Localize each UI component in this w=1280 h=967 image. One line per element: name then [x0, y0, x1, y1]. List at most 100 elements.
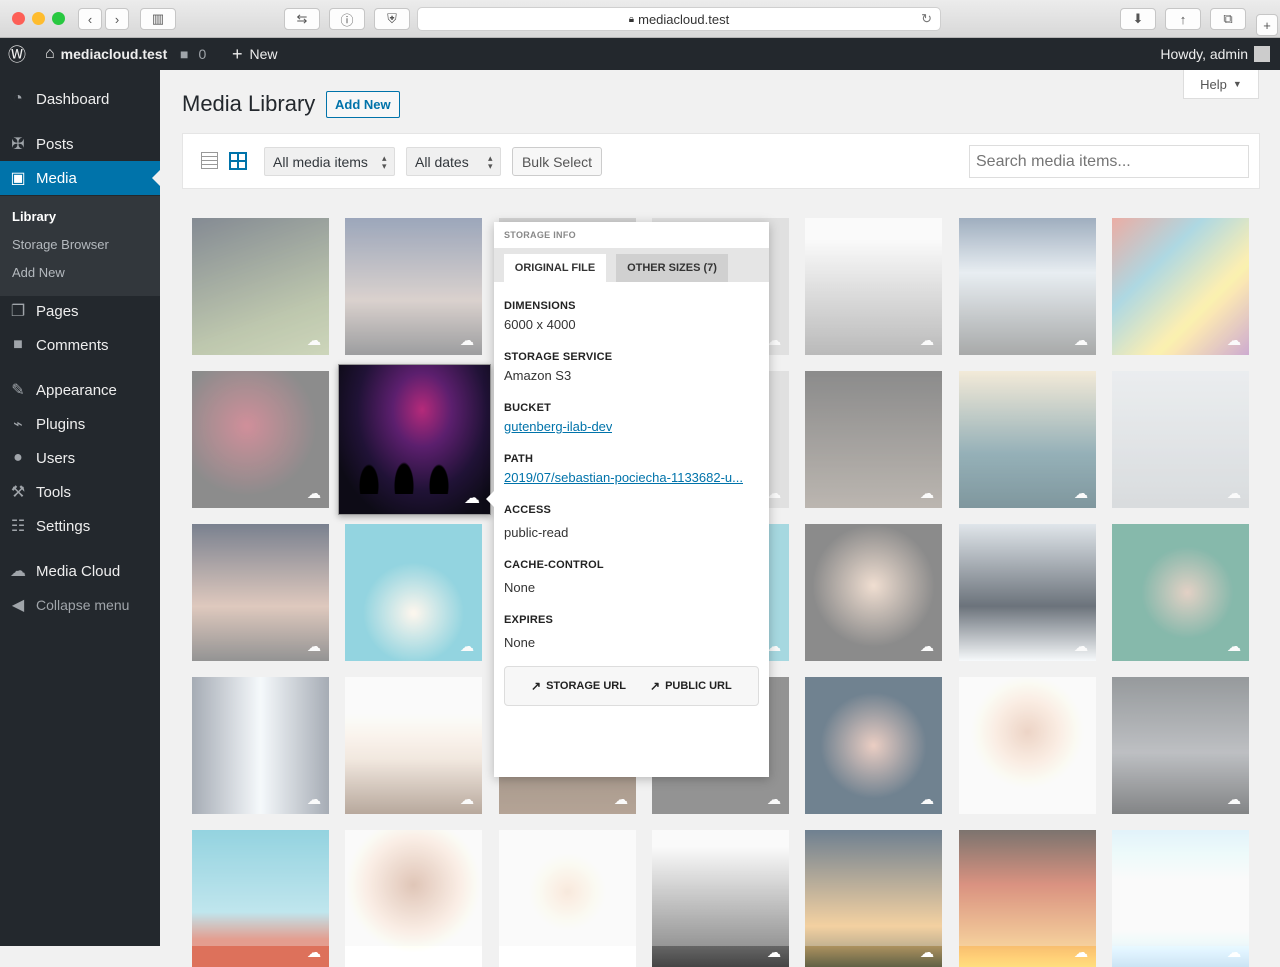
list-view-icon[interactable] — [201, 152, 218, 169]
media-thumbnail[interactable]: ☁ — [1112, 524, 1249, 661]
menu-plugins[interactable]: ⌁ Plugins — [0, 407, 160, 441]
site-name-link[interactable]: ⌂ mediacloud.test — [45, 38, 167, 70]
media-thumbnail[interactable]: ☁ — [959, 677, 1096, 814]
media-type-select[interactable]: All media items — [264, 147, 395, 176]
public-url-button[interactable]: ↗ PUBLIC URL — [650, 679, 732, 693]
media-thumbnail[interactable]: ☁ — [192, 677, 329, 814]
media-thumbnail[interactable]: ☁ — [959, 218, 1096, 355]
selected-media-thumbnail[interactable]: ☁ — [338, 364, 491, 515]
tab-original-file[interactable]: ORIGINAL FILE — [504, 254, 606, 282]
media-icon: ▣ — [10, 170, 26, 187]
media-thumbnail[interactable]: ☁ — [959, 524, 1096, 661]
bulk-select-button[interactable]: Bulk Select — [512, 147, 602, 176]
media-thumbnail[interactable]: ☁ — [805, 524, 942, 661]
wordpress-logo-icon[interactable]: Ⓦ — [8, 38, 26, 70]
storage-url-button[interactable]: ↗ STORAGE URL — [531, 679, 626, 693]
cloud-icon: ☁ — [460, 791, 474, 807]
media-thumbnail[interactable]: ☁ — [1112, 371, 1249, 508]
cloud-icon: ☁ — [1227, 332, 1241, 348]
collapse-menu-button[interactable]: ◀ Collapse menu — [0, 588, 160, 622]
url-text: mediacloud.test — [638, 11, 730, 27]
cloud-icon: ☁ — [1227, 638, 1241, 654]
menu-pages[interactable]: ❐ Pages — [0, 294, 160, 328]
public-url-label: PUBLIC URL — [665, 680, 732, 692]
media-thumbnail[interactable]: ☁ — [805, 830, 942, 967]
search-input[interactable] — [969, 145, 1249, 178]
cloud-icon: ☁ — [307, 944, 321, 960]
cloud-icon: ☁ — [464, 490, 480, 507]
submenu-add-new[interactable]: Add New — [12, 265, 65, 280]
grid-view-icon[interactable] — [229, 152, 247, 170]
media-thumbnail[interactable]: ☁ — [959, 830, 1096, 967]
media-thumbnail[interactable]: ☁ — [805, 218, 942, 355]
cloud-icon: ☁ — [1074, 791, 1088, 807]
menu-media[interactable]: ▣ Media — [0, 161, 160, 195]
menu-label: Collapse menu — [36, 597, 130, 613]
cloud-icon: ☁ — [307, 485, 321, 501]
tabs-overview-icon[interactable]: ⧉ — [1210, 8, 1246, 30]
media-thumbnail[interactable]: ☁ — [1112, 218, 1249, 355]
sidebar-toggle-button[interactable]: ▥ — [140, 8, 176, 30]
media-thumbnail[interactable]: ☁ — [192, 830, 329, 967]
shield-icon[interactable]: ⛨ — [374, 8, 410, 30]
media-thumbnail[interactable]: ☁ — [345, 524, 482, 661]
media-thumbnail[interactable]: ☁ — [345, 677, 482, 814]
menu-comments[interactable]: ■ Comments — [0, 328, 160, 362]
bucket-link[interactable]: gutenberg-ilab-dev — [504, 419, 612, 434]
password-icon[interactable]: ⓘ — [329, 8, 365, 30]
cloud-icon: ☁ — [1074, 332, 1088, 348]
media-thumbnail[interactable]: ☁ — [499, 830, 636, 967]
path-link[interactable]: 2019/07/sebastian-pociecha-1133682-u... — [504, 470, 743, 485]
downloads-icon[interactable]: ⬇ — [1120, 8, 1156, 30]
submenu-storage-browser[interactable]: Storage Browser — [12, 237, 109, 252]
menu-label: Pages — [36, 302, 79, 320]
forward-button[interactable]: › — [105, 8, 129, 30]
menu-settings[interactable]: ☷ Settings — [0, 509, 160, 543]
comments-link[interactable]: ■ 0 — [180, 38, 206, 70]
submenu-library[interactable]: Library — [12, 209, 56, 224]
media-thumbnail[interactable]: ☁ — [192, 371, 329, 508]
media-thumbnail[interactable]: ☁ — [345, 218, 482, 355]
menu-dashboard[interactable]: ◔ Dashboard — [0, 82, 160, 116]
plus-icon: + — [232, 43, 243, 64]
minimize-window-button[interactable] — [32, 12, 45, 25]
cloud-icon: ☁ — [307, 791, 321, 807]
new-tab-button[interactable]: + — [1256, 14, 1278, 36]
menu-media-cloud[interactable]: ☁ Media Cloud — [0, 554, 160, 588]
new-content-link[interactable]: + New — [232, 38, 278, 70]
media-thumbnail[interactable]: ☁ — [1112, 830, 1249, 967]
cloud-icon: ☁ — [767, 485, 781, 501]
menu-users[interactable]: ● Users — [0, 441, 160, 475]
media-thumbnail[interactable]: ☁ — [652, 830, 789, 967]
media-thumbnail[interactable]: ☁ — [192, 524, 329, 661]
media-thumbnail[interactable]: ☁ — [805, 371, 942, 508]
dimensions-value: 6000 x 4000 — [504, 317, 576, 332]
media-thumbnail[interactable]: ☁ — [805, 677, 942, 814]
media-thumbnail[interactable]: ☁ — [1112, 677, 1249, 814]
media-thumbnail[interactable]: ☁ — [959, 371, 1096, 508]
media-thumbnail[interactable]: ☁ — [192, 218, 329, 355]
media-thumbnail[interactable]: ☁ — [345, 830, 482, 967]
menu-tools[interactable]: ⚒ Tools — [0, 475, 160, 509]
external-link-icon: ↗ — [531, 679, 542, 693]
help-tab[interactable]: Help ▼ — [1183, 70, 1259, 99]
bucket-label: BUCKET — [504, 402, 552, 414]
address-bar[interactable]: 🔒︎ mediacloud.test ↻ — [417, 7, 941, 31]
cloud-icon: ☁ — [920, 791, 934, 807]
add-new-button[interactable]: Add New — [326, 91, 400, 118]
menu-posts[interactable]: ✠ Posts — [0, 127, 160, 161]
zoom-window-button[interactable] — [52, 12, 65, 25]
date-select[interactable]: All dates — [406, 147, 501, 176]
share-icon[interactable]: ↑ — [1165, 8, 1201, 30]
close-window-button[interactable] — [12, 12, 25, 25]
account-menu[interactable]: Howdy, admin — [1160, 38, 1270, 70]
admin-bar: Ⓦ ⌂ mediacloud.test ■ 0 + New Howdy, adm… — [0, 38, 1280, 70]
dashboard-icon: ◔ — [13, 90, 23, 107]
tab-other-sizes[interactable]: OTHER SIZES (7) — [616, 254, 728, 282]
menu-appearance[interactable]: ✎ Appearance — [0, 373, 160, 407]
back-button[interactable]: ‹ — [78, 8, 102, 30]
tab-switch-icon[interactable]: ⇆ — [284, 8, 320, 30]
reload-icon[interactable]: ↻ — [921, 11, 932, 27]
cloud-icon: ☁ — [614, 791, 628, 807]
lock-icon: 🔒︎ — [628, 13, 635, 25]
